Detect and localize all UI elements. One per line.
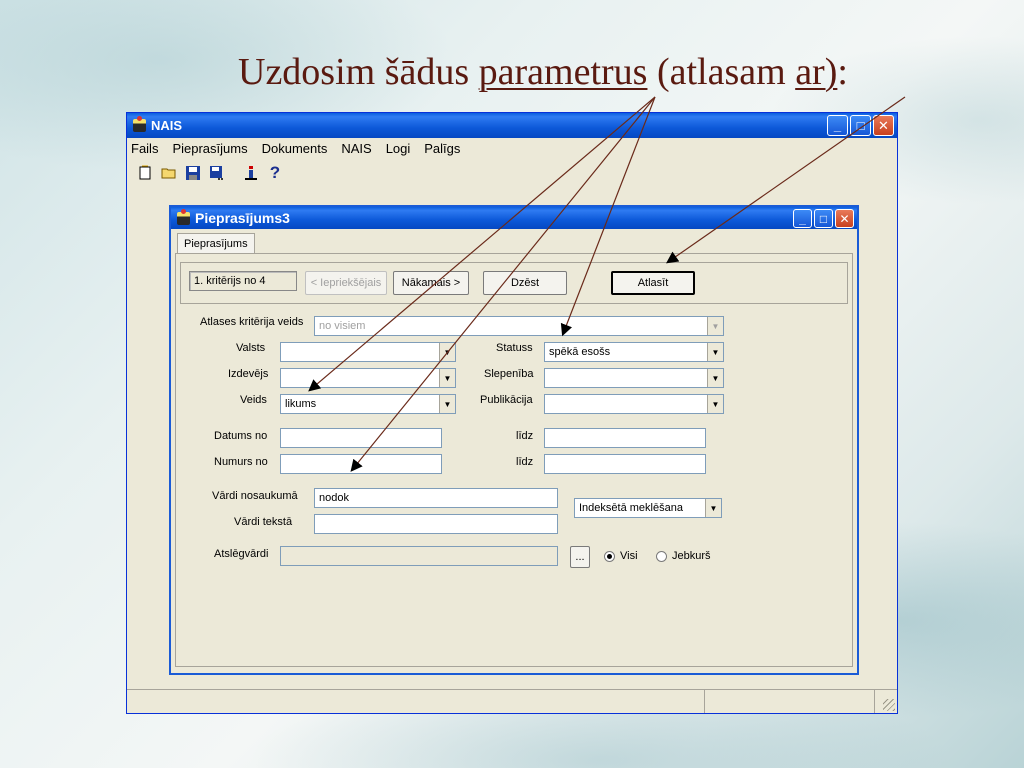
child-minimize-icon[interactable]: _ — [793, 209, 812, 228]
new-document-icon[interactable] — [135, 163, 155, 183]
kind-select[interactable]: likums ▼ — [280, 394, 456, 414]
number-from-input[interactable] — [280, 454, 442, 474]
radio-all[interactable]: Visi — [604, 550, 638, 562]
save-icon[interactable] — [183, 163, 203, 183]
criteria-type-select[interactable]: no visiem ▼ — [314, 316, 724, 336]
child-window-title: Pieprasījums3 — [195, 210, 290, 226]
chevron-down-icon[interactable]: ▼ — [439, 343, 455, 361]
status-label: Statuss — [496, 342, 533, 354]
publication-select[interactable]: ▼ — [544, 394, 724, 414]
chevron-down-icon[interactable]: ▼ — [705, 499, 721, 517]
criteria-type-label: Atlases kritērija veids — [200, 316, 304, 328]
nais-titlebar[interactable]: NAIS _ □ ✕ — [127, 113, 897, 138]
number-to-label: līdz — [516, 456, 534, 468]
number-to-input[interactable] — [544, 454, 706, 474]
menu-nais[interactable]: NAIS — [341, 141, 371, 156]
help-icon[interactable]: ? — [265, 163, 285, 183]
nais-window: NAIS _ □ ✕ Fails Pieprasījums Dokuments … — [126, 112, 898, 714]
secrecy-select[interactable]: ▼ — [544, 368, 724, 388]
menu-dokuments[interactable]: Dokuments — [262, 141, 328, 156]
number-from-label: Numurs no — [214, 456, 268, 468]
resize-grip-icon[interactable] — [883, 699, 895, 711]
radio-unselected-icon[interactable] — [656, 550, 667, 562]
tab-pieprasijums[interactable]: Pieprasījums — [177, 233, 255, 253]
chevron-down-icon[interactable]: ▼ — [439, 395, 455, 413]
chevron-down-icon[interactable]: ▼ — [707, 343, 723, 361]
country-select[interactable]: ▼ — [280, 342, 456, 362]
child-titlebar[interactable]: Pieprasījums3 _ □ ✕ — [171, 207, 857, 229]
menu-paligs[interactable]: Palīgs — [424, 141, 460, 156]
pieprasijums-window: Pieprasījums3 _ □ ✕ Pieprasījums 1. krit… — [169, 205, 859, 675]
status-cell-secondary — [705, 690, 875, 713]
radio-selected-icon[interactable] — [604, 550, 615, 562]
title-link-with: ar) — [795, 51, 838, 93]
keywords-label: Atslēgvārdi — [214, 548, 269, 560]
criteria-panel: 1. kritērijs no 4 < Iepriekšējais Nākama… — [175, 253, 853, 667]
save-as-icon[interactable] — [207, 163, 227, 183]
status-cell-main — [127, 690, 705, 713]
browse-button[interactable]: ... — [570, 546, 590, 568]
words-title-input[interactable]: nodok — [314, 488, 558, 508]
date-to-input[interactable] — [544, 428, 706, 448]
app-icon — [133, 116, 146, 132]
criteria-navigation: 1. kritērijs no 4 < Iepriekšējais Nākama… — [180, 262, 848, 304]
country-label: Valsts — [236, 342, 266, 354]
words-text-input[interactable] — [314, 514, 558, 534]
statusbar — [127, 689, 897, 713]
date-from-input[interactable] — [280, 428, 442, 448]
child-maximize-icon[interactable]: □ — [814, 209, 833, 228]
keywords-input[interactable] — [280, 546, 558, 566]
minimize-icon[interactable]: _ — [827, 115, 848, 136]
chevron-down-icon[interactable]: ▼ — [707, 369, 723, 387]
slide-title: Uzdosim šādus parametrus (atlasam ar): — [238, 51, 848, 93]
date-from-label: Datums no — [214, 430, 268, 442]
secrecy-label: Slepenība — [484, 368, 534, 380]
kind-label: Veids — [240, 394, 267, 406]
menu-logi[interactable]: Logi — [386, 141, 411, 156]
info-icon[interactable] — [241, 163, 261, 183]
toolbar: ? — [127, 158, 897, 188]
words-text-label: Vārdi tekstā — [234, 516, 293, 528]
menubar: Fails Pieprasījums Dokuments NAIS Logi P… — [127, 138, 897, 158]
publication-label: Publikācija — [480, 394, 533, 406]
criteria-counter: 1. kritērijs no 4 — [189, 271, 297, 291]
issuer-label: Izdevējs — [228, 368, 269, 380]
previous-button[interactable]: < Iepriekšējais — [305, 271, 387, 295]
open-folder-icon[interactable] — [159, 163, 179, 183]
chevron-down-icon[interactable]: ▼ — [439, 369, 455, 387]
child-app-icon — [177, 208, 190, 225]
status-select[interactable]: spēkā esošs ▼ — [544, 342, 724, 362]
issuer-select[interactable]: ▼ — [280, 368, 456, 388]
child-close-icon[interactable]: ✕ — [835, 209, 854, 228]
date-to-label: līdz — [516, 430, 534, 442]
delete-button[interactable]: Dzēst — [483, 271, 567, 295]
close-icon[interactable]: ✕ — [873, 115, 894, 136]
menu-pieprasijums[interactable]: Pieprasījums — [172, 141, 247, 156]
title-link-parameters: parametrus — [478, 51, 648, 93]
maximize-icon[interactable]: □ — [850, 115, 871, 136]
chevron-down-icon[interactable]: ▼ — [707, 317, 723, 335]
window-title: NAIS — [151, 118, 183, 133]
menu-fails[interactable]: Fails — [131, 141, 158, 156]
select-button[interactable]: Atlasīt — [611, 271, 695, 295]
chevron-down-icon[interactable]: ▼ — [707, 395, 723, 413]
next-button[interactable]: Nākamais > — [393, 271, 469, 295]
words-title-label: Vārdi nosaukumā — [212, 490, 298, 502]
radio-any[interactable]: Jebkurš — [656, 550, 711, 562]
search-mode-select[interactable]: Indeksētā meklēšana ▼ — [574, 498, 722, 518]
